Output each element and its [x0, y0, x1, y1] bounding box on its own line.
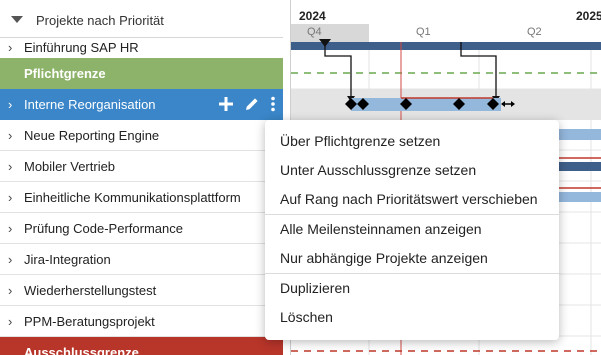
project-row-reporting-engine[interactable]: › Neue Reporting Engine [0, 120, 283, 151]
project-row-label: Wiederherstellungstest [24, 283, 157, 298]
list-header: Projekte nach Priorität [0, 0, 283, 38]
project-row-label: Jira-Integration [24, 252, 111, 267]
pencil-icon[interactable] [243, 95, 261, 113]
timeline-header: 2024 2025 Q4 Q1 Q2 [291, 0, 601, 42]
chevron-right-icon[interactable]: › [8, 283, 12, 298]
timeline-marker-icon [319, 39, 331, 47]
menu-item-show-dependent-projects[interactable]: Nur abhängige Projekte anzeigen [265, 244, 559, 273]
plus-icon[interactable] [217, 95, 235, 113]
project-row-label: Einführung SAP HR [24, 40, 139, 55]
project-row-label: Neue Reporting Engine [24, 128, 160, 143]
menu-item-above-mandatory[interactable]: Über Pflichtgrenze setzen [265, 127, 559, 156]
chevron-right-icon[interactable]: › [8, 97, 12, 112]
chevron-right-icon[interactable]: › [8, 221, 12, 236]
menu-item-duplicate[interactable]: Duplizieren [265, 274, 559, 303]
chevron-right-icon[interactable]: › [8, 314, 12, 329]
row-actions [217, 94, 277, 114]
project-row-ppm-beratung[interactable]: › PPM-Beratungsprojekt [0, 306, 283, 337]
year-label: 2024 [299, 9, 326, 23]
project-row-label: Einheitliche Kommunikationsplattform [24, 190, 241, 205]
list-header-title: Projekte nach Priorität [36, 13, 164, 28]
quarter-label: Q1 [416, 26, 431, 38]
project-row-label: Interne Reorganisation [24, 97, 156, 112]
project-row-mobiler-vertrieb[interactable]: › Mobiler Vertrieb [0, 151, 283, 182]
exclusion-threshold-row[interactable]: Ausschlussgrenze [0, 337, 283, 355]
chevron-right-icon[interactable]: › [8, 252, 12, 267]
chevron-right-icon[interactable]: › [8, 190, 12, 205]
project-row-code-performance[interactable]: › Prüfung Code-Performance [0, 213, 283, 244]
project-row-kommunikationsplattform[interactable]: › Einheitliche Kommunikationsplattform [0, 182, 283, 213]
project-row-jira-integration[interactable]: › Jira-Integration [0, 244, 283, 275]
chevron-right-icon[interactable]: › [8, 159, 12, 174]
triangle-down-icon[interactable] [11, 16, 23, 23]
project-row-label: PPM-Beratungsprojekt [24, 314, 155, 329]
mandatory-threshold-label: Pflichtgrenze [24, 66, 106, 81]
gantt-bar-sap-hr[interactable] [291, 41, 601, 50]
project-row-wiederherstellungstest[interactable]: › Wiederherstellungstest [0, 275, 283, 306]
mandatory-threshold-row[interactable]: Pflichtgrenze [0, 58, 283, 89]
quarter-label: Q2 [527, 26, 542, 38]
quarter-label: Q4 [307, 26, 322, 38]
chevron-right-icon[interactable]: › [8, 40, 12, 55]
project-row-label: Mobiler Vertrieb [24, 159, 116, 174]
gantt-bar-interne-reorganisation[interactable] [351, 98, 501, 111]
chevron-right-icon[interactable]: › [8, 128, 12, 143]
menu-item-delete[interactable]: Löschen [265, 303, 559, 332]
exclusion-threshold-label: Ausschlussgrenze [24, 345, 139, 355]
project-list: › Einführung SAP HR Pflichtgrenze › Inte… [0, 0, 283, 355]
year-label: 2025 [576, 9, 601, 23]
context-menu: Über Pflichtgrenze setzen Unter Ausschlu… [265, 120, 559, 340]
menu-item-below-exclusion[interactable]: Unter Ausschlussgrenze setzen [265, 156, 559, 185]
menu-item-show-milestone-names[interactable]: Alle Meilensteinnamen anzeigen [265, 215, 559, 244]
project-row-label: Prüfung Code-Performance [24, 221, 183, 236]
menu-item-move-by-priority[interactable]: Auf Rang nach Prioritätswert verschieben [265, 185, 559, 214]
project-row-interne-reorganisation[interactable]: › Interne Reorganisation [0, 89, 283, 120]
more-vertical-icon[interactable] [269, 95, 277, 113]
